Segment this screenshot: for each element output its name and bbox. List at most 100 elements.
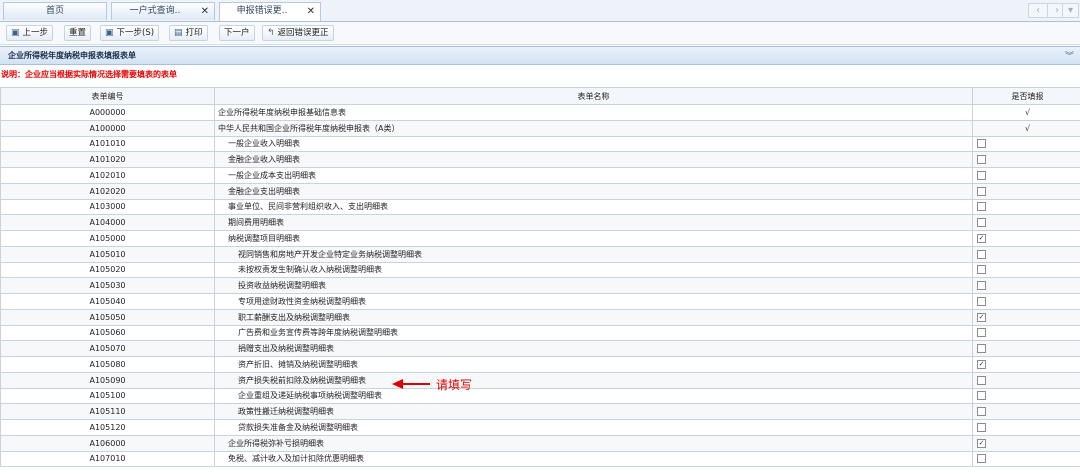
fill-checkbox[interactable] bbox=[977, 391, 986, 401]
table-row: A106000 企业所得税弥补亏损明细表 ✓ bbox=[0, 434, 1080, 452]
fill-checkbox[interactable] bbox=[977, 139, 986, 149]
print-button[interactable]: ▤ 打印 bbox=[169, 25, 208, 41]
form-name-cell: 企业所得税弥补亏损明细表 bbox=[214, 434, 973, 452]
close-icon[interactable]: ✕ bbox=[201, 3, 209, 20]
form-code-cell: A105010 bbox=[0, 245, 215, 263]
fill-checkbox[interactable] bbox=[977, 407, 986, 417]
next-step-label: 下一步(S) bbox=[116, 28, 155, 38]
print-label: 打印 bbox=[185, 28, 203, 38]
form-code-cell: A000000 bbox=[0, 104, 215, 121]
fill-checkbox[interactable]: ✓ bbox=[977, 233, 986, 243]
reset-button[interactable]: 重置 bbox=[64, 25, 92, 41]
fill-status-cell bbox=[972, 403, 1080, 420]
next-step-button[interactable]: ▣ 下一步(S) bbox=[100, 25, 160, 41]
back-arrow-icon: ↰ bbox=[267, 28, 275, 38]
next-household-label: 下一户 bbox=[224, 28, 250, 38]
fill-checkbox[interactable] bbox=[977, 281, 986, 291]
form-name-cell: 专项用途财政性资金纳税调整明细表 bbox=[214, 293, 973, 310]
form-name-cell: 金融企业收入明细表 bbox=[214, 151, 973, 168]
table-row: A105110 政策性搬迁纳税调整明细表 bbox=[0, 403, 1080, 420]
fill-checkbox[interactable] bbox=[977, 186, 986, 196]
form-name-cell: 投资收益纳税调整明细表 bbox=[214, 277, 973, 294]
fill-checkbox[interactable] bbox=[977, 218, 986, 228]
fill-checkbox[interactable] bbox=[977, 265, 986, 275]
fill-status-cell: √ bbox=[972, 119, 1080, 137]
close-icon[interactable]: ✕ bbox=[307, 3, 315, 20]
fill-status-cell bbox=[972, 214, 1080, 231]
form-name-cell: 企业所得税年度纳税申报基础信息表 bbox=[214, 104, 973, 121]
fill-checkbox[interactable] bbox=[977, 328, 986, 338]
form-code-cell: A107010 bbox=[0, 450, 215, 468]
fill-checkbox[interactable]: ✓ bbox=[977, 438, 986, 448]
form-name-cell: 企业重组及递延纳税事项纳税调整明细表 bbox=[214, 387, 973, 405]
tab-bar: 首页 一户式查询.. ✕ 申报错误更.. ✕ ‹ › ▾ bbox=[0, 0, 1080, 22]
fill-checkbox[interactable] bbox=[977, 344, 986, 354]
form-name-cell: 金融企业支出明细表 bbox=[214, 182, 973, 200]
form-name-cell: 一般企业成本支出明细表 bbox=[214, 167, 973, 184]
fill-checkbox[interactable] bbox=[977, 202, 986, 212]
form-code-cell: A100000 bbox=[0, 119, 215, 137]
form-code-cell: A105030 bbox=[0, 277, 215, 294]
table-row: A105100 企业重组及递延纳税事项纳税调整明细表 bbox=[0, 387, 1080, 405]
tab-household-query-label: 一户式查询.. bbox=[129, 6, 181, 16]
tab-error-correction-label: 申报错误更.. bbox=[236, 6, 288, 16]
toolbar: ▣ 上一步 重置 ▣ 下一步(S) ▤ 打印 下一户 ↰ 返回错误更正 bbox=[0, 22, 1080, 45]
fill-status-cell: ✓ bbox=[972, 230, 1080, 247]
form-code-cell: A105060 bbox=[0, 324, 215, 342]
chevron-down-icon[interactable]: ▾ bbox=[1062, 3, 1079, 18]
column-header-name: 表单名称 bbox=[214, 87, 973, 105]
form-name-cell: 中华人民共和国企业所得税年度纳税申报表（A类） bbox=[214, 119, 973, 137]
table-row: A105070 捐赠支出及纳税调整明细表 bbox=[0, 340, 1080, 357]
fill-checkbox[interactable] bbox=[977, 375, 986, 385]
fill-status-cell bbox=[972, 419, 1080, 436]
fill-checkbox[interactable] bbox=[977, 422, 986, 432]
fill-checkbox[interactable] bbox=[977, 296, 986, 306]
printer-icon: ▤ bbox=[174, 28, 183, 38]
fill-checkbox[interactable]: ✓ bbox=[977, 359, 986, 369]
tab-home-label: 首页 bbox=[45, 6, 64, 16]
required-tick-icon: √ bbox=[1024, 107, 1031, 117]
tab-home[interactable]: 首页 bbox=[3, 2, 107, 20]
fill-checkbox[interactable]: ✓ bbox=[977, 312, 986, 322]
form-name-cell: 贷款损失准备金及纳税调整明细表 bbox=[214, 419, 973, 436]
form-name-cell: 资产折旧、摊销及纳税调整明细表 bbox=[214, 356, 973, 373]
chevron-left-icon[interactable]: ‹ bbox=[1028, 3, 1048, 18]
collapse-chevron-icon[interactable]: ︾ bbox=[1065, 49, 1074, 62]
form-code-cell: A105080 bbox=[0, 356, 215, 373]
table-row: A101010 一般企业收入明细表 bbox=[0, 135, 1080, 153]
table-row: A100000 中华人民共和国企业所得税年度纳税申报表（A类） √ bbox=[0, 119, 1080, 137]
form-name-cell: 资产损失税前扣除及纳税调整明细表 bbox=[214, 371, 973, 389]
fill-checkbox[interactable] bbox=[977, 249, 986, 259]
fill-status-cell: ✓ bbox=[972, 434, 1080, 452]
table-row: A101020 金融企业收入明细表 bbox=[0, 151, 1080, 168]
form-code-cell: A105040 bbox=[0, 293, 215, 310]
next-household-button[interactable]: 下一户 bbox=[219, 25, 255, 41]
form-code-cell: A101010 bbox=[0, 135, 215, 153]
fill-checkbox[interactable] bbox=[977, 155, 986, 165]
fill-status-cell bbox=[972, 324, 1080, 342]
form-code-cell: A106000 bbox=[0, 434, 215, 452]
form-name-cell: 事业单位、民间非营利组织收入、支出明细表 bbox=[214, 198, 973, 216]
fill-status-cell bbox=[972, 277, 1080, 294]
table-row: A105030 投资收益纳税调整明细表 bbox=[0, 277, 1080, 294]
floppy-icon: ▣ bbox=[11, 28, 20, 38]
fill-status-cell bbox=[972, 293, 1080, 310]
section-title: 企业所得税年度纳税申报表填报表单 bbox=[8, 51, 136, 60]
table-row: A107010 免税、减计收入及加计扣除优惠明细表 bbox=[0, 450, 1080, 468]
table-row: A102020 金融企业支出明细表 bbox=[0, 182, 1080, 200]
tab-error-correction[interactable]: 申报错误更.. ✕ bbox=[219, 2, 321, 21]
fill-checkbox[interactable] bbox=[977, 454, 986, 464]
table-row: A102010 一般企业成本支出明细表 bbox=[0, 167, 1080, 184]
fill-status-cell bbox=[972, 135, 1080, 153]
section-title-bar: 企业所得税年度纳税申报表填报表单 ︾ bbox=[0, 46, 1080, 65]
form-code-cell: A105100 bbox=[0, 387, 215, 405]
fill-status-cell bbox=[972, 167, 1080, 184]
prev-step-button[interactable]: ▣ 上一步 bbox=[6, 25, 54, 41]
fill-checkbox[interactable] bbox=[977, 170, 986, 180]
floppy-icon: ▣ bbox=[105, 28, 114, 38]
form-code-cell: A102010 bbox=[0, 167, 215, 184]
back-to-correction-button[interactable]: ↰ 返回错误更正 bbox=[262, 25, 334, 41]
tab-household-query[interactable]: 一户式查询.. ✕ bbox=[111, 2, 215, 20]
form-code-cell: A101020 bbox=[0, 151, 215, 168]
table-row: A000000 企业所得税年度纳税申报基础信息表 √ bbox=[0, 104, 1080, 121]
